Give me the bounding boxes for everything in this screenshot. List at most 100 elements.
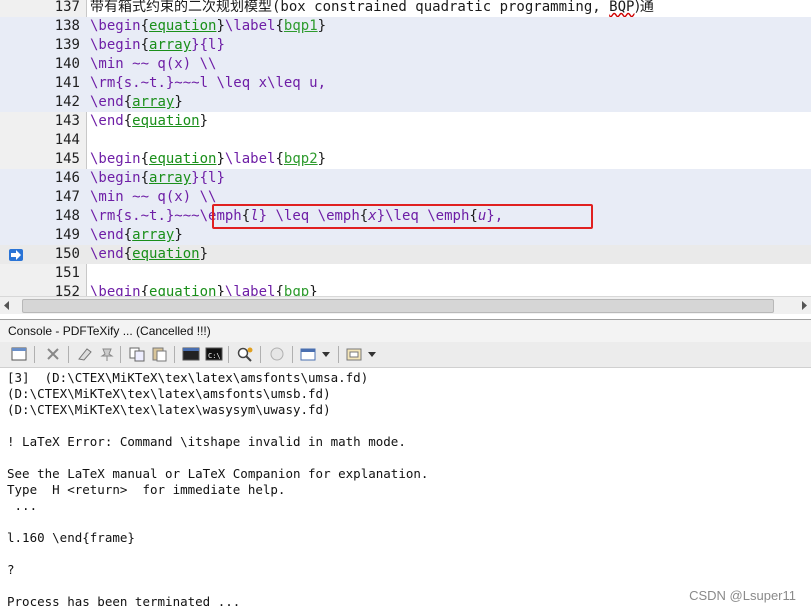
code-token: \end bbox=[90, 246, 124, 262]
paste-icon[interactable] bbox=[150, 346, 168, 362]
code-token: \label bbox=[224, 284, 276, 296]
line-number: 149 bbox=[54, 227, 80, 243]
terminal-window-icon[interactable] bbox=[182, 346, 200, 362]
watermark: CSDN @Lsuper11 bbox=[689, 588, 796, 603]
command-prompt-icon[interactable]: C:\ bbox=[205, 346, 223, 362]
code-token: { bbox=[123, 94, 133, 110]
clear-console-icon[interactable] bbox=[76, 346, 94, 362]
scrollbar-thumb[interactable] bbox=[22, 299, 774, 313]
code-text: \begin{array}{l} bbox=[90, 169, 225, 188]
code-line[interactable]: 142 \end{array} bbox=[0, 93, 811, 112]
code-text: \begin{array}{l} bbox=[90, 36, 225, 55]
console-output-line: ! LaTeX Error: Command \itshape invalid … bbox=[7, 434, 406, 449]
console-title-bar: Console - PDFTeXify ... (Cancelled !!!) bbox=[0, 319, 811, 343]
code-token: \end bbox=[90, 227, 124, 243]
code-line[interactable]: 145 \begin{equation}\label{bqp2} bbox=[0, 150, 811, 169]
code-token: } bbox=[216, 284, 225, 296]
code-token: { bbox=[275, 151, 284, 167]
console-output-line: [3] (D:\CTEX\MiKTeX\tex\latex\amsfonts\u… bbox=[7, 370, 369, 385]
code-text: \begin{equation}\label{bqp1} bbox=[90, 17, 326, 36]
chevron-down-icon[interactable] bbox=[320, 346, 332, 362]
editor-horizontal-scrollbar[interactable] bbox=[0, 296, 811, 314]
code-token: array bbox=[132, 94, 175, 110]
code-line[interactable]: 138 \begin{equation}\label{bqp1} bbox=[0, 17, 811, 36]
close-icon[interactable] bbox=[44, 346, 62, 362]
line-number: 145 bbox=[54, 151, 80, 167]
copy-icon[interactable] bbox=[128, 346, 146, 362]
code-token: \end bbox=[90, 113, 124, 129]
svg-text:C:\: C:\ bbox=[208, 352, 221, 360]
find-icon[interactable] bbox=[236, 346, 254, 362]
code-token: \begin bbox=[90, 284, 141, 296]
code-token: equation bbox=[132, 113, 200, 129]
line-number: 152 bbox=[54, 284, 80, 296]
line-number: 137 bbox=[54, 0, 80, 15]
current-line-arrow-icon bbox=[9, 249, 23, 261]
code-token: \rm bbox=[90, 75, 116, 91]
code-token: } bbox=[174, 227, 183, 243]
code-token: \begin bbox=[90, 170, 141, 186]
code-line[interactable]: 146 \begin{array}{l} bbox=[0, 169, 811, 188]
code-token: { bbox=[140, 37, 150, 53]
chevron-down-icon[interactable] bbox=[366, 346, 378, 362]
console-toolbar: C:\ bbox=[0, 342, 811, 368]
code-text: \rm{s.~t.}~~~l \leq x\leq u, bbox=[90, 74, 326, 93]
code-token: } bbox=[199, 246, 209, 262]
settings-window-icon[interactable] bbox=[346, 346, 364, 362]
code-token: \min ~~ q(x) \\ bbox=[90, 56, 217, 72]
console-output-line: Process has been terminated ... bbox=[7, 594, 241, 609]
console-view-icon[interactable] bbox=[10, 346, 28, 362]
console-output-line: ? bbox=[7, 562, 15, 577]
code-text: \begin{equation}\label{bqp2} bbox=[90, 150, 326, 169]
code-token: { bbox=[123, 246, 133, 262]
scroll-right-arrow-icon[interactable] bbox=[799, 300, 809, 311]
code-text: \end{equation} bbox=[90, 245, 208, 264]
code-line[interactable]: 140 \min ~~ q(x) \\ bbox=[0, 55, 811, 74]
code-line[interactable]: 139 \begin{array}{l} bbox=[0, 36, 811, 55]
code-token: {s.~t.}~~~l \leq x\leq u, bbox=[115, 75, 327, 91]
code-token: } bbox=[174, 94, 183, 110]
stop-icon[interactable] bbox=[268, 346, 286, 362]
code-line[interactable]: 137 带有箱式约束的二次规划模型(box constrained quadrat… bbox=[0, 0, 811, 17]
code-token: \begin bbox=[90, 37, 141, 53]
code-token: \rm bbox=[90, 208, 116, 224]
code-text: \end{array} bbox=[90, 226, 183, 245]
code-token: { bbox=[123, 227, 133, 243]
code-token: equation bbox=[149, 151, 217, 167]
pin-console-icon[interactable] bbox=[98, 346, 116, 362]
output-window-icon[interactable] bbox=[300, 346, 318, 362]
code-line[interactable]: 150 \end{equation} bbox=[0, 245, 811, 264]
code-line[interactable]: 152 \begin{equation}\label{bqp} bbox=[0, 283, 811, 296]
code-text: \min ~~ q(x) \\ bbox=[90, 188, 216, 207]
code-token: equation bbox=[149, 284, 217, 296]
line-number: 140 bbox=[54, 56, 80, 72]
code-token: { bbox=[140, 18, 150, 34]
scroll-left-arrow-icon[interactable] bbox=[2, 300, 12, 311]
line-number: 144 bbox=[54, 132, 80, 148]
code-line[interactable]: 144 bbox=[0, 131, 811, 150]
line-number: 139 bbox=[54, 37, 80, 53]
code-token: array bbox=[132, 227, 175, 243]
code-token: }{l} bbox=[191, 37, 225, 53]
error-highlight-box bbox=[212, 204, 593, 229]
line-number: 147 bbox=[54, 189, 80, 205]
code-token: { bbox=[123, 113, 133, 129]
code-line[interactable]: 143 \end{equation} bbox=[0, 112, 811, 131]
console-output[interactable]: [3] (D:\CTEX\MiKTeX\tex\latex\amsfonts\u… bbox=[0, 368, 811, 613]
code-token: equation bbox=[149, 18, 217, 34]
console-output-line: ... bbox=[7, 498, 38, 513]
line-number: 141 bbox=[54, 75, 80, 91]
console-title: Console - PDFTeXify ... (Cancelled !!!) bbox=[8, 324, 211, 338]
code-line[interactable]: 141 \rm{s.~t.}~~~l \leq x\leq u, bbox=[0, 74, 811, 93]
code-token: { bbox=[140, 170, 150, 186]
code-token: { bbox=[275, 18, 284, 34]
console-output-line: (D:\CTEX\MiKTeX\tex\latex\wasysym\uwasy.… bbox=[7, 402, 331, 417]
line-number: 143 bbox=[54, 113, 80, 129]
code-token: bqp bbox=[283, 284, 310, 296]
line-number: 142 bbox=[54, 94, 80, 110]
code-line[interactable]: 151 bbox=[0, 264, 811, 283]
line-number: 151 bbox=[54, 265, 80, 281]
console-output-line: l.160 \end{frame} bbox=[7, 530, 135, 545]
code-editor[interactable]: 137 带有箱式约束的二次规划模型(box constrained quadrat… bbox=[0, 0, 811, 296]
code-token: } bbox=[199, 113, 209, 129]
